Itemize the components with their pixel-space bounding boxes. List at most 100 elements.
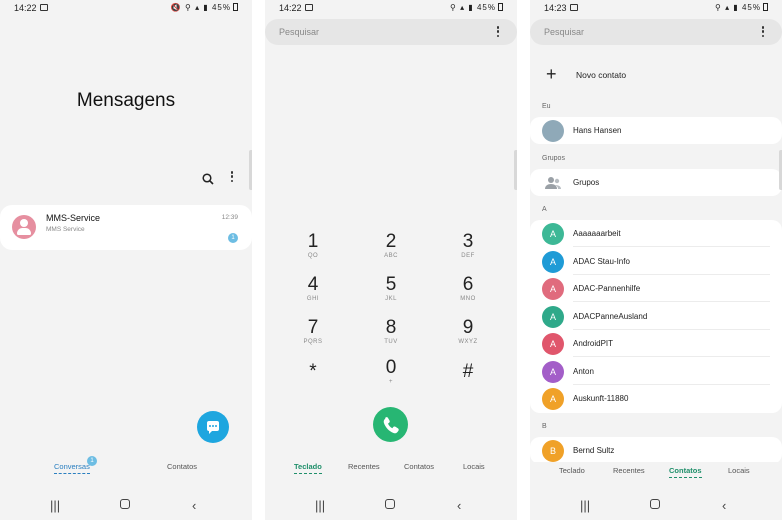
dial-key-6[interactable]: 6 MNO [438,275,498,311]
key-digit: 0 [385,357,397,378]
tab-label: Conversas [54,462,90,471]
conversation-name: MMS-Service [46,213,101,223]
search-icon[interactable] [202,172,214,185]
profile-card[interactable]: Hans Hansen [530,117,782,144]
battery-percent: 45% [741,3,761,12]
image-notification-icon [40,4,48,11]
dial-key-3[interactable]: 3 DEF [438,232,498,268]
compose-message-button[interactable] [197,411,229,443]
list-item[interactable]: A AndroidPIT [530,330,782,357]
image-notification-icon [570,4,578,11]
list-item[interactable]: A Auskunft-11880 [530,385,782,412]
tab-conversas[interactable]: Conversas [54,462,90,474]
dial-key-9[interactable]: 9 WXYZ [438,318,498,354]
tab-contatos[interactable]: Contatos [404,462,434,471]
edge-panel-handle[interactable] [514,150,517,190]
recents-icon[interactable]: ||| [315,498,325,513]
avatar: A [542,278,564,300]
dial-key-7[interactable]: 7 PQRS [283,318,343,354]
tab-label: Contatos [167,462,198,471]
key-digit: 5 [385,274,397,295]
contact-name: Hans Hansen [573,126,622,135]
home-icon[interactable] [385,499,395,509]
list-item[interactable]: Grupos [530,169,782,196]
list-item[interactable]: A ADAC Stau-Info [530,248,782,275]
dial-key-5[interactable]: 5 JKL [361,275,421,311]
list-item[interactable]: A Anton [530,358,782,385]
plus-icon: + [546,64,557,84]
back-icon[interactable]: ‹ [192,498,196,513]
key-letters: QO [307,253,319,259]
contact-name: Anton [573,366,594,376]
dial-key-4[interactable]: 4 GHI [283,275,343,311]
tab-label: Locais [463,462,485,471]
groups-label: Grupos [573,178,600,187]
back-icon[interactable]: ‹ [722,498,726,513]
home-icon[interactable] [650,499,660,509]
section-header-b: B [542,423,547,430]
key-letters: GHI [306,296,320,302]
key-digit: 9 [462,317,474,338]
messages-screen: 14:22 🔇 ⚲ ▴ ▮ 45% Mensagens MMS-Service … [0,0,252,520]
contact-name: ADACPanneAusland [573,311,648,321]
search-placeholder: Pesquisar [544,27,585,37]
contacts-list-b: B Bernd Sultz [530,437,782,464]
list-item[interactable]: A ADACPanneAusland [530,303,782,330]
more-options-icon[interactable] [761,26,764,37]
battery-icon [498,3,503,11]
group-icon [542,172,564,194]
recents-icon[interactable]: ||| [580,498,590,513]
home-icon[interactable] [120,499,130,509]
add-contact-button[interactable]: + Novo contato [530,62,782,86]
key-letters: DEF [461,253,475,259]
groups-card[interactable]: Grupos [530,169,782,196]
unread-badge: 1 [228,233,238,243]
tab-recentes[interactable]: Recentes [613,466,645,475]
key-digit: * [309,361,317,382]
status-icons: 🔇 ⚲ ▴ ▮ [170,3,209,12]
dial-key-0[interactable]: 0 + [361,358,421,394]
dial-key-1[interactable]: 1 QO [283,232,343,268]
more-options-icon[interactable] [496,26,499,37]
key-digit: # [462,361,474,382]
dial-key-hash[interactable]: # [438,362,498,398]
edge-panel-handle[interactable] [249,150,252,190]
conversation-time: 12:39 [221,214,238,221]
contact-name: Bernd Sultz [573,446,615,455]
dial-key-star[interactable]: * [283,362,343,398]
dial-key-2[interactable]: 2 ABC [361,232,421,268]
conversation-item[interactable]: MMS-Service MMS Service 12:39 1 [0,205,252,250]
search-input[interactable]: Pesquisar [265,19,517,45]
list-item[interactable]: B Bernd Sultz [530,437,782,464]
key-letters: ABC [384,253,398,259]
bottom-tabs: Teclado Recentes Contatos Locais [265,462,517,478]
status-time: 14:23 [544,3,567,13]
tab-label: Teclado [559,466,585,475]
tab-teclado[interactable]: Teclado [294,462,322,474]
tab-locais[interactable]: Locais [463,462,485,471]
list-item[interactable]: A ADAC-Pannenhilfe [530,275,782,302]
avatar: B [542,440,564,462]
dial-key-8[interactable]: 8 TUV [361,318,421,354]
key-digit: 3 [462,231,474,252]
tab-contatos[interactable]: Contatos [167,462,197,471]
conversation-preview: MMS Service [46,226,85,233]
key-letters: MNO [460,296,476,302]
tab-label: Contatos [404,462,435,471]
recents-icon[interactable]: ||| [50,498,60,513]
tab-locais[interactable]: Locais [728,466,750,475]
call-button[interactable] [373,407,408,442]
battery-percent: 45% [211,3,231,12]
list-item[interactable]: Hans Hansen [530,117,782,144]
key-letters: JKL [385,296,397,302]
list-item[interactable]: A Aaaaaaarbeit [530,220,782,247]
back-icon[interactable]: ‹ [457,498,461,513]
more-options-icon[interactable] [229,171,235,185]
key-digit: 6 [462,274,474,295]
tab-label: Recentes [613,466,645,475]
tab-teclado[interactable]: Teclado [559,466,585,475]
tab-contatos[interactable]: Contatos [669,466,702,478]
bottom-tabs: Conversas 1 Contatos [0,456,252,478]
tab-recentes[interactable]: Recentes [348,462,380,471]
search-input[interactable]: Pesquisar [530,19,782,45]
